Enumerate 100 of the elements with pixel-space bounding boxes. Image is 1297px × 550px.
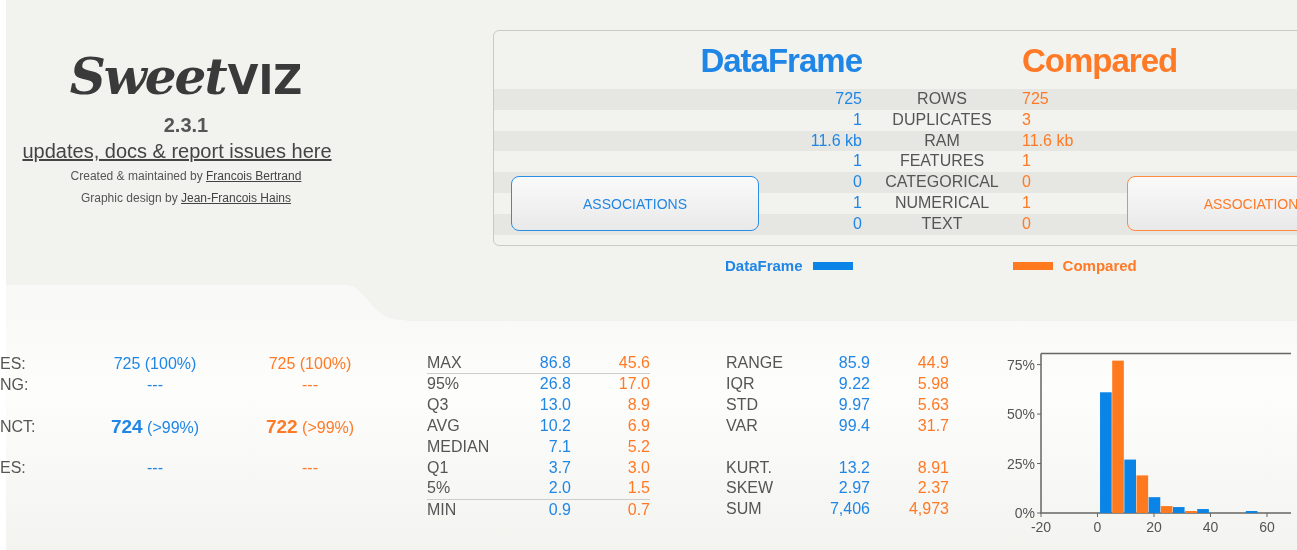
- summary-value: 0: [853, 214, 862, 232]
- stat-label: Q3: [427, 394, 450, 415]
- author-link[interactable]: Jean-Francois Hains: [181, 191, 292, 205]
- stat-label: NCT:: [0, 417, 37, 437]
- stat-value: 99.4: [837, 415, 870, 436]
- author-link[interactable]: Francois Bertrand: [206, 169, 302, 183]
- summary-value: 725: [835, 90, 862, 107]
- credit-line: Created & maintained by Francois Bertrand: [70, 168, 302, 185]
- stat-value: 1.5: [626, 478, 650, 499]
- stat-label: ES:: [0, 458, 27, 478]
- axis-tick-label: 50%: [1006, 406, 1035, 423]
- stat-label: 5%: [427, 478, 452, 499]
- summary-label: NUMERICAL: [894, 194, 990, 211]
- summary-value: 11.6 kb: [1022, 131, 1074, 149]
- legend-swatch: [812, 261, 853, 270]
- axis-tick-label: 40: [1202, 519, 1219, 535]
- stat-value: 17.0: [617, 374, 650, 394]
- summary-label: DUPLICATES: [892, 110, 992, 128]
- stat-value: 725 (100%): [267, 354, 353, 374]
- stat-label: SKEW: [726, 478, 775, 499]
- stat-label: AVG: [427, 415, 461, 436]
- docs-link[interactable]: updates, docs & report issues here: [22, 140, 332, 163]
- stat-value: 7,406: [828, 499, 870, 520]
- legend-label: DataFrame: [725, 257, 803, 275]
- stat-value: 5.63: [916, 394, 949, 415]
- stat-value: 3.7: [547, 457, 571, 478]
- stat-value: 10.2: [538, 415, 571, 436]
- stat-value: 724 (>99%): [109, 416, 201, 438]
- stat-label: Q1: [427, 457, 450, 478]
- axis-tick-label: 0%: [1014, 505, 1035, 521]
- stat-value: 6.9: [626, 415, 650, 436]
- legend-label: Compared: [1062, 257, 1137, 275]
- summary-label: RAM: [924, 131, 960, 149]
- credit-line: Graphic design by Jean-Francois Hains: [80, 190, 292, 207]
- stat-value: 2.0: [547, 478, 571, 499]
- summary-label: FEATURES: [899, 152, 985, 170]
- stat-value: 8.91: [916, 457, 949, 478]
- axis-tick-label: -20: [1030, 519, 1052, 535]
- stat-value: 85.9: [837, 353, 870, 373]
- stat-value: 5.2: [626, 436, 650, 457]
- axis-tick-label: 20: [1146, 519, 1162, 535]
- summary-value: 1: [1022, 194, 1031, 211]
- stat-label: MAX: [427, 353, 463, 373]
- stat-label: ES:: [0, 354, 27, 374]
- stat-value: 722 (>99%): [264, 416, 356, 438]
- stat-value: ---: [146, 458, 164, 478]
- source-title: Compared: [1022, 43, 1179, 77]
- axis-tick-label: 75%: [1006, 356, 1035, 373]
- summary-value: 1: [1022, 152, 1031, 170]
- stat-value: 5.98: [916, 373, 949, 394]
- stat-value: 0.9: [547, 500, 571, 521]
- stat-value: 2.97: [837, 478, 870, 499]
- stat-label: IQR: [726, 373, 756, 394]
- source-title: DataFrame: [699, 43, 862, 77]
- summary-value: 11.6 kb: [810, 131, 862, 149]
- legend-swatch: [1012, 261, 1053, 270]
- summary-label: CATEGORICAL: [885, 173, 999, 191]
- stat-label: 95%: [427, 374, 461, 394]
- stat-value: ---: [301, 458, 319, 478]
- stat-value: 9.22: [837, 373, 870, 394]
- summary-value: 0: [1022, 173, 1031, 191]
- stat-label: KURT.: [726, 457, 773, 478]
- version-label: 2.3.1: [163, 114, 209, 137]
- summary-value: 0: [1022, 214, 1031, 232]
- summary-value: 1: [853, 110, 862, 128]
- stat-label: SUM: [726, 499, 763, 520]
- stat-label: RANGE: [726, 353, 784, 373]
- stat-label: STD: [726, 394, 759, 415]
- stat-value: 7.1: [547, 436, 571, 457]
- stat-value: 13.2: [837, 457, 870, 478]
- stat-value: ---: [301, 375, 319, 395]
- stat-value: ---: [146, 375, 164, 395]
- summary-value: 725: [1022, 90, 1049, 107]
- stat-value: 2.37: [916, 478, 949, 499]
- stat-label: MIN: [427, 500, 458, 521]
- summary-label: ROWS: [917, 90, 967, 107]
- axis-tick-label: 25%: [1006, 455, 1035, 472]
- stat-value: 725 (100%): [112, 354, 198, 374]
- stat-value: 3.0: [626, 457, 650, 478]
- stat-value: 4,973: [907, 499, 949, 520]
- stat-value: 44.9: [916, 353, 949, 373]
- summary-value: 0: [853, 173, 862, 191]
- summary-value: 1: [853, 194, 862, 211]
- axis-tick-label: 60: [1259, 519, 1275, 535]
- stat-value: 8.9: [626, 394, 650, 415]
- summary-label: TEXT: [921, 214, 963, 232]
- summary-value: 1: [853, 152, 862, 170]
- axis-tick-label: 0: [1093, 519, 1102, 535]
- stat-value: 13.0: [538, 394, 571, 415]
- logo: SweetVIZ: [69, 52, 303, 108]
- summary-value: 3: [1022, 110, 1031, 128]
- stat-value: 9.97: [837, 394, 870, 415]
- stat-value: 86.8: [538, 353, 571, 373]
- stat-value: 31.7: [916, 415, 949, 436]
- stat-label: VAR: [726, 415, 759, 436]
- stat-label: NG:: [0, 375, 30, 395]
- stat-label: MEDIAN: [427, 436, 491, 457]
- stat-value: 0.7: [626, 500, 650, 521]
- stat-value: 45.6: [617, 353, 650, 373]
- stat-value: 26.8: [538, 374, 571, 394]
